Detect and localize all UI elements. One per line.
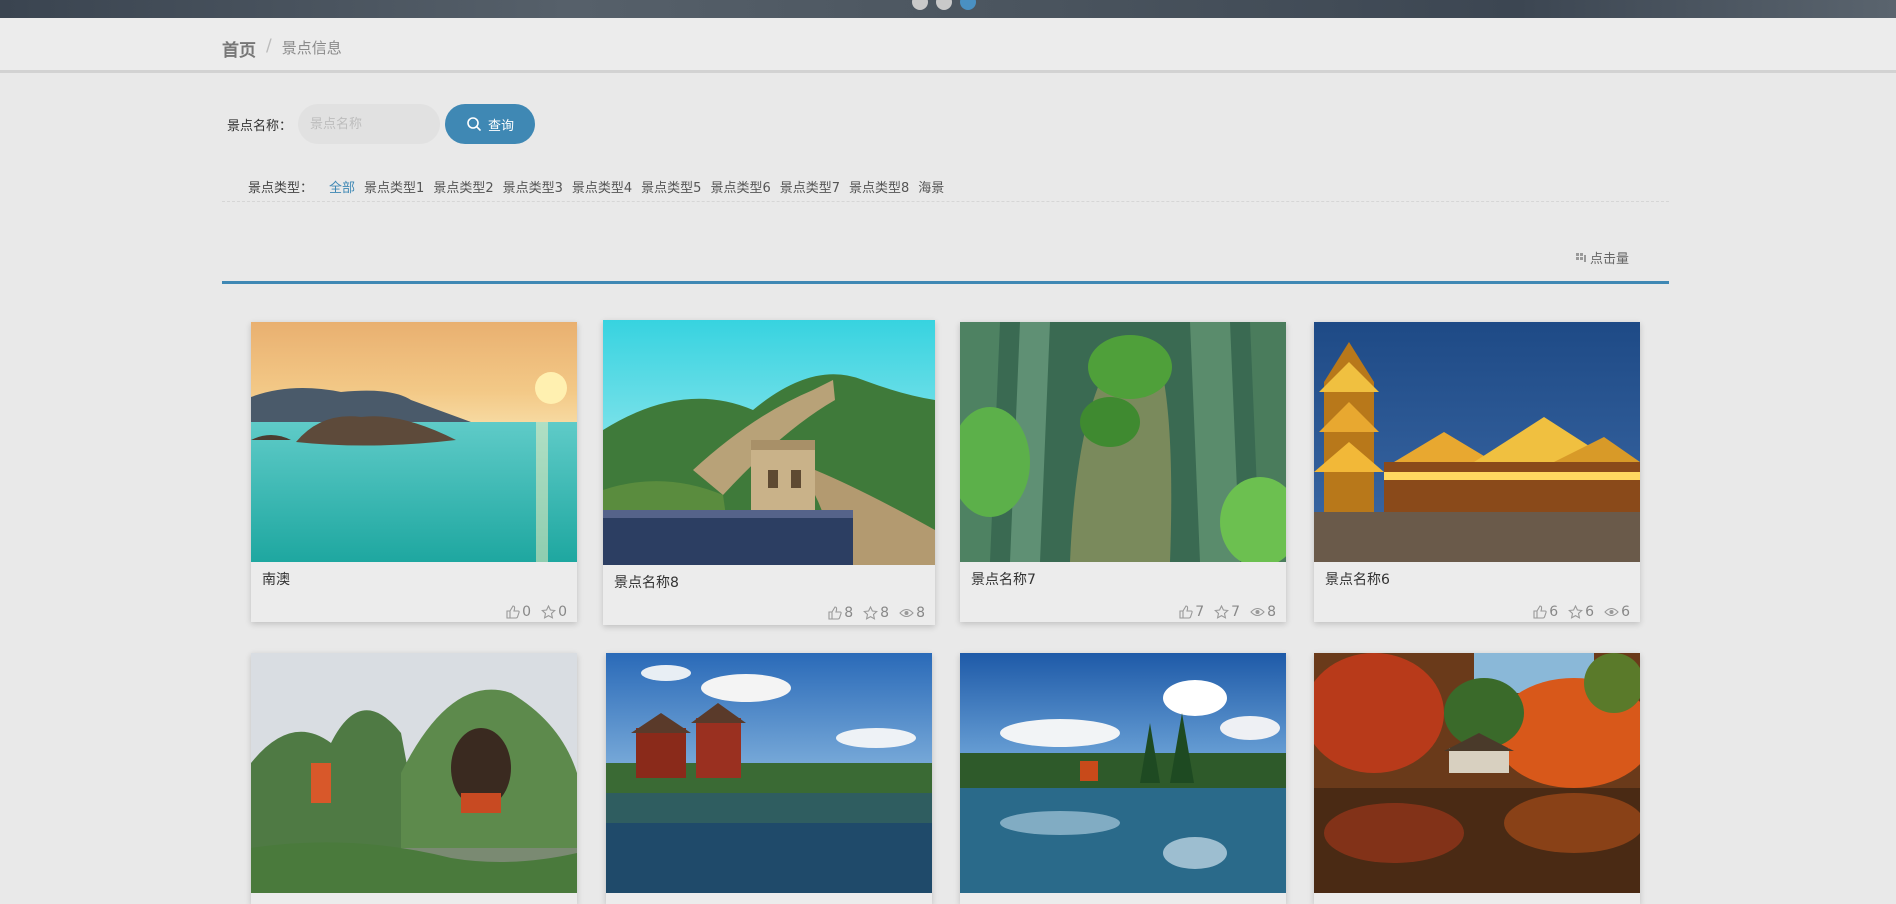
view-count: 6 (1604, 604, 1630, 620)
like-count[interactable]: 0 (505, 604, 531, 620)
attraction-card[interactable]: 景点名称8 8 8 8 (603, 320, 935, 625)
attraction-stats: 8 8 8 (827, 605, 925, 621)
category-type-4[interactable]: 景点类型4 (572, 177, 632, 196)
attraction-image[interactable] (606, 653, 932, 893)
attraction-image[interactable] (251, 322, 577, 562)
category-all[interactable]: 全部 (329, 177, 355, 196)
search-button[interactable]: 查询 (445, 104, 536, 144)
star-icon (1568, 605, 1584, 619)
attraction-name: 景点名称8 (614, 575, 679, 591)
attraction-image[interactable] (1314, 322, 1640, 562)
like-count[interactable]: 6 (1532, 604, 1558, 620)
eye-icon (899, 608, 914, 618)
sort-bar: 点击量 (222, 238, 1669, 284)
like-count[interactable]: 8 (827, 605, 853, 621)
eye-icon (1250, 607, 1265, 617)
attraction-image[interactable] (603, 320, 935, 565)
thumbs-up-icon (1179, 605, 1193, 619)
attraction-image[interactable] (960, 322, 1286, 562)
breadcrumb-separator: / (266, 36, 272, 56)
attraction-card[interactable] (1314, 653, 1640, 904)
thumbs-up-icon (506, 605, 520, 619)
category-type-8[interactable]: 景点类型8 (849, 177, 909, 196)
category-label: 景点类型： (248, 181, 314, 196)
carousel-indicators (912, 0, 976, 10)
star-icon (863, 606, 879, 620)
category-type-3[interactable]: 景点类型3 (503, 177, 563, 196)
view-count: 8 (1250, 604, 1276, 620)
attraction-name: 景点名称7 (971, 572, 1036, 588)
attraction-card[interactable] (251, 653, 577, 904)
eye-icon (1604, 607, 1619, 617)
attraction-stats: 0 0 (505, 604, 567, 620)
banner-image (0, 0, 1896, 18)
carousel-dot-3[interactable] (960, 0, 976, 10)
search-label: 景点名称： (227, 118, 293, 134)
breadcrumb: 首页 / 景点信息 (222, 36, 342, 61)
category-type-1[interactable]: 景点类型1 (364, 177, 424, 196)
attraction-stats: 6 6 6 (1532, 604, 1630, 620)
attraction-image[interactable] (251, 653, 577, 893)
category-seascape[interactable]: 海景 (918, 177, 944, 196)
attraction-image[interactable] (960, 653, 1286, 893)
favorite-count[interactable]: 0 (541, 604, 567, 620)
like-count[interactable]: 7 (1178, 604, 1204, 620)
attraction-name: 景点名称6 (1325, 572, 1390, 588)
breadcrumb-current: 景点信息 (281, 39, 342, 57)
thumbs-up-icon (828, 606, 842, 620)
sort-label: 点击量 (1589, 252, 1629, 267)
category-filter: 景点类型： 全部 景点类型1 景点类型2 景点类型3 景点类型4 景点类型5 景… (222, 172, 1669, 202)
search-icon (467, 117, 481, 131)
category-type-2[interactable]: 景点类型2 (433, 177, 493, 196)
favorite-count[interactable]: 7 (1214, 604, 1240, 620)
star-icon (1214, 605, 1230, 619)
star-icon (541, 605, 557, 619)
attraction-card[interactable]: 景点名称7 7 7 8 (960, 322, 1286, 622)
attraction-card[interactable] (606, 653, 932, 904)
category-type-5[interactable]: 景点类型5 (641, 177, 701, 196)
view-count: 8 (899, 605, 925, 621)
thumbs-up-icon (1533, 605, 1547, 619)
attraction-name: 南澳 (262, 572, 290, 588)
favorite-count[interactable]: 8 (863, 605, 889, 621)
breadcrumb-home-link[interactable]: 首页 (222, 36, 256, 61)
breadcrumb-bar: 首页 / 景点信息 (0, 18, 1896, 73)
favorite-count[interactable]: 6 (1568, 604, 1594, 620)
sort-by-clicks[interactable]: 点击量 (1575, 248, 1629, 267)
search-button-label: 查询 (488, 117, 515, 133)
search-bar: 景点名称： 查询 (227, 104, 536, 144)
carousel-dot-1[interactable] (912, 0, 928, 10)
sort-icon (1575, 252, 1586, 262)
search-input[interactable] (298, 104, 441, 144)
category-type-7[interactable]: 景点类型7 (780, 177, 840, 196)
category-type-6[interactable]: 景点类型6 (710, 177, 770, 196)
attraction-card[interactable]: 南澳 0 0 (251, 322, 577, 622)
attraction-card[interactable] (960, 653, 1286, 904)
attraction-card[interactable]: 景点名称6 6 6 6 (1314, 322, 1640, 622)
attraction-stats: 7 7 8 (1178, 604, 1276, 620)
carousel-dot-2[interactable] (936, 0, 952, 10)
attraction-image[interactable] (1314, 653, 1640, 893)
